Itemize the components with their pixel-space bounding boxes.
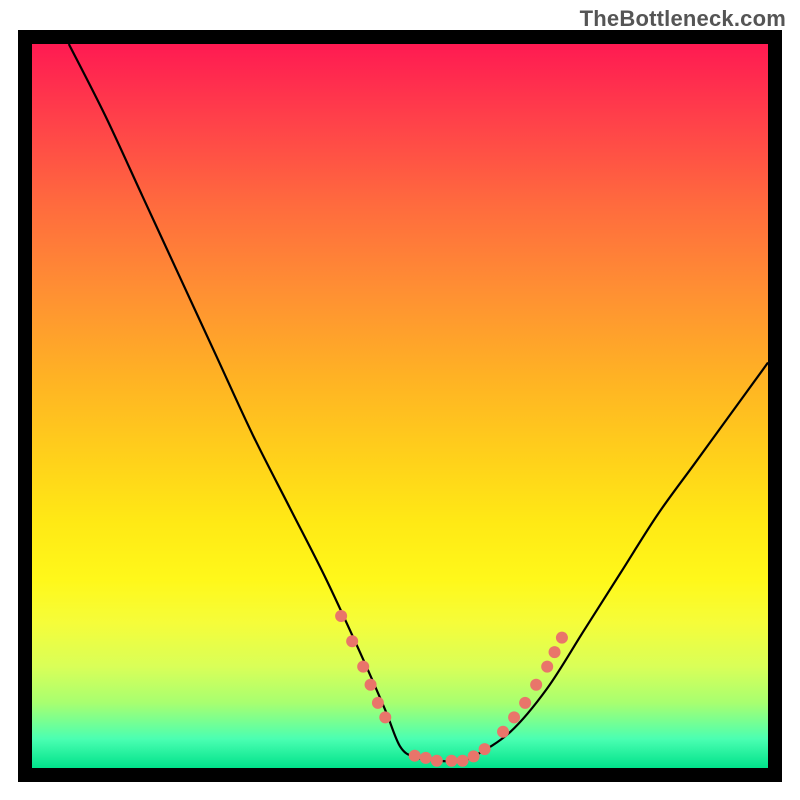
data-marker (357, 661, 369, 673)
watermark-text: TheBottleneck.com (580, 6, 786, 32)
data-marker (556, 632, 568, 644)
markers-group (335, 610, 568, 767)
data-marker (497, 726, 509, 738)
data-marker (409, 750, 421, 762)
plot-area (32, 44, 768, 768)
data-marker (446, 755, 458, 767)
chart-container: TheBottleneck.com (0, 0, 800, 800)
data-marker (519, 697, 531, 709)
data-marker (379, 711, 391, 723)
data-marker (335, 610, 347, 622)
data-marker (365, 679, 377, 691)
data-marker (479, 743, 491, 755)
data-marker (530, 679, 542, 691)
data-marker (372, 697, 384, 709)
data-marker (346, 635, 358, 647)
data-marker (508, 711, 520, 723)
data-marker (420, 752, 432, 764)
data-marker (549, 646, 561, 658)
data-marker (431, 755, 443, 767)
data-marker (468, 750, 480, 762)
curve-path (69, 44, 768, 761)
curve-svg (32, 44, 768, 768)
data-marker (541, 661, 553, 673)
data-marker (457, 755, 469, 767)
